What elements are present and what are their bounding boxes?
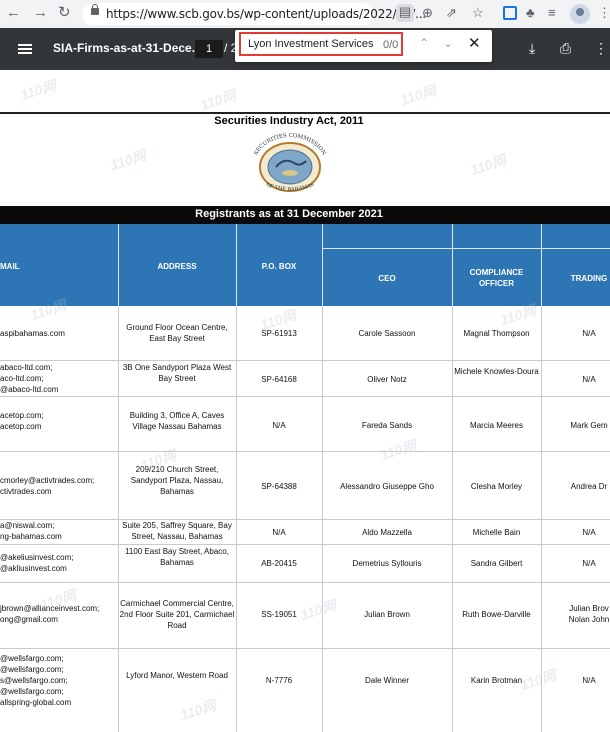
cell-email: a@niswal.com; ng-bahamas.com	[0, 521, 62, 541]
find-match-count: 0/0	[383, 39, 399, 51]
page-number-input[interactable]: 1	[195, 40, 223, 58]
url-text: https://www.scb.gov.bs/wp-content/upload…	[106, 7, 426, 21]
cell-trading: Andrea Dr	[570, 482, 608, 491]
cell-ceo: Aldo Mazzella	[362, 528, 412, 537]
cell-trading: Mark Gem	[570, 421, 608, 430]
document-title: SIA-Firms-as-at-31-Dece...	[53, 41, 202, 55]
cell-address: 209/210 Church Street, Sandyport Plaza, …	[130, 465, 224, 496]
watermark: 110网	[178, 696, 218, 724]
cell-trading: Julian Brov Nolan John	[568, 604, 610, 624]
cell-address: Building 3, Office A, Caves Village Nass…	[129, 411, 225, 431]
cell-email: abaco-ltd.com; aco-ltd.com; @abaco-ltd.c…	[0, 363, 59, 394]
cell-compliance: Michelle Bain	[472, 528, 521, 537]
find-next-icon[interactable]: ⌄	[443, 36, 453, 50]
share-icon[interactable]: ⇗	[446, 5, 457, 21]
lock-icon	[91, 4, 99, 15]
page-divider	[0, 112, 610, 114]
more-options-icon[interactable]: ⋮	[594, 40, 608, 57]
registrants-title-bar: Registrants as at 31 December 2021	[0, 206, 610, 224]
header-po-box: P.O. BOX	[261, 262, 297, 271]
cell-ceo: Julian Brown	[364, 610, 410, 619]
table-header: MAIL ADDRESS P.O. BOX CEO COMPLIANCE OFF…	[0, 224, 610, 306]
header-email: MAIL	[0, 262, 20, 271]
extension-icon[interactable]	[503, 6, 517, 20]
find-close-icon[interactable]: ✕	[468, 34, 481, 52]
cell-po-box: N-7776	[265, 676, 293, 685]
address-bar[interactable]: https://www.scb.gov.bs/wp-content/upload…	[82, 3, 426, 25]
cell-address: Lyford Manor, Western Road	[126, 671, 228, 680]
cell-po-box: SP-64168	[261, 375, 297, 384]
download-icon[interactable]: ⤓	[529, 40, 535, 57]
bookmark-star-icon[interactable]: ☆	[472, 5, 484, 21]
open-in-app-icon[interactable]: ▤	[396, 4, 414, 22]
find-query: Lyon Investment Services	[248, 38, 374, 50]
find-input[interactable]: Lyon Investment Services 0/0	[239, 32, 403, 56]
watermark: 110网	[198, 86, 238, 114]
watermark: 110网	[398, 81, 438, 109]
cell-po-box: SP-64388	[261, 482, 297, 491]
print-icon[interactable]: ⎙	[560, 40, 571, 57]
cell-compliance: Magnal Thompson	[463, 329, 530, 338]
watermark: 110网	[298, 596, 338, 624]
cell-compliance: Sandra Gilbert	[470, 559, 523, 568]
watermark: 110网	[518, 666, 558, 694]
cell-email: @akeliusinvest.com; @akliusinvest.com	[0, 553, 74, 573]
cell-email: @wellsfargo.com; @wellsfargo.com; s@well…	[0, 654, 72, 707]
cell-address: 3B One Sandyport Plaza West Bay Street	[122, 363, 232, 383]
reload-icon[interactable]: ↻	[58, 4, 71, 22]
cell-trading: N/A	[582, 329, 596, 338]
header-trading: TRADING	[570, 274, 608, 283]
profile-avatar[interactable]	[570, 4, 590, 24]
cell-compliance: Michele Knowles-Doura	[454, 367, 539, 376]
cell-ceo: Dale Winner	[364, 676, 409, 685]
browser-toolbar: ← → ↻ https://www.scb.gov.bs/wp-content/…	[0, 0, 610, 28]
watermark: 110网	[108, 146, 148, 174]
cell-address: Ground Floor Ocean Centre, East Bay Stre…	[126, 323, 228, 343]
cell-compliance: Marcia Meeres	[470, 421, 523, 430]
extensions-puzzle-icon[interactable]: ♣	[526, 5, 535, 21]
cell-ceo: Oliver Notz	[367, 375, 407, 384]
registrants-title: Registrants as at 31 December 2021	[195, 208, 383, 220]
forward-arrow-icon[interactable]: →	[33, 4, 48, 22]
cell-ceo: Demetrius Syllouris	[352, 559, 422, 568]
find-previous-icon[interactable]: ⌃	[419, 36, 429, 50]
cell-compliance: Ruth Bowe-Darville	[462, 610, 531, 619]
cell-trading: N/A	[582, 559, 596, 568]
cell-trading: N/A	[582, 528, 596, 537]
reading-list-icon[interactable]: ≡	[548, 5, 556, 21]
cell-address: 1100 East Bay Street, Abaco, Bahamas	[125, 547, 229, 567]
cell-po-box: N/A	[272, 421, 286, 430]
back-arrow-icon[interactable]: ←	[6, 4, 21, 22]
cell-ceo: Fareda Sands	[361, 421, 413, 430]
pdf-page: Securities Industry Act, 2011 SECURITIES…	[0, 70, 610, 732]
watermark: 110网	[18, 76, 58, 104]
cell-ceo: Carole Sassoon	[358, 329, 416, 338]
zoom-icon[interactable]: ⊕	[422, 5, 433, 21]
cell-address: Suite 205, Saffrey Square, Bay Street, N…	[122, 521, 232, 541]
watermark: 110网	[378, 436, 418, 464]
act-title: Securities Industry Act, 2011	[214, 115, 364, 127]
header-address: ADDRESS	[157, 262, 197, 271]
cell-ceo: Alessandro Giuseppe Gho	[340, 482, 434, 491]
menu-dots-icon[interactable]: ⋮	[598, 5, 610, 21]
cell-email: acetop.com; acetop.com	[0, 411, 44, 431]
find-bar: Lyon Investment Services 0/0 ⌃ ⌄ ✕	[235, 30, 492, 62]
cell-email: cmorley@activtrades.com; ctivtrades.com	[0, 476, 95, 496]
cell-compliance: Clesha Morley	[470, 482, 523, 491]
hamburger-menu-icon[interactable]	[18, 44, 32, 54]
commission-seal-logo: SECURITIES COMMISSION OF THE BAHAMAS	[253, 133, 326, 193]
cell-address: Carmichael Commercial Centre, 2nd Floor …	[119, 599, 235, 630]
cell-trading: N/A	[582, 375, 596, 384]
cell-po-box: AB-20415	[261, 559, 297, 568]
watermark: 110网	[468, 151, 508, 179]
header-ceo: CEO	[378, 274, 396, 283]
cell-po-box: N/A	[272, 528, 286, 537]
header-compliance-officer: COMPLIANCE OFFICER	[469, 268, 524, 288]
cell-email: aspibahamas.com	[0, 329, 65, 338]
